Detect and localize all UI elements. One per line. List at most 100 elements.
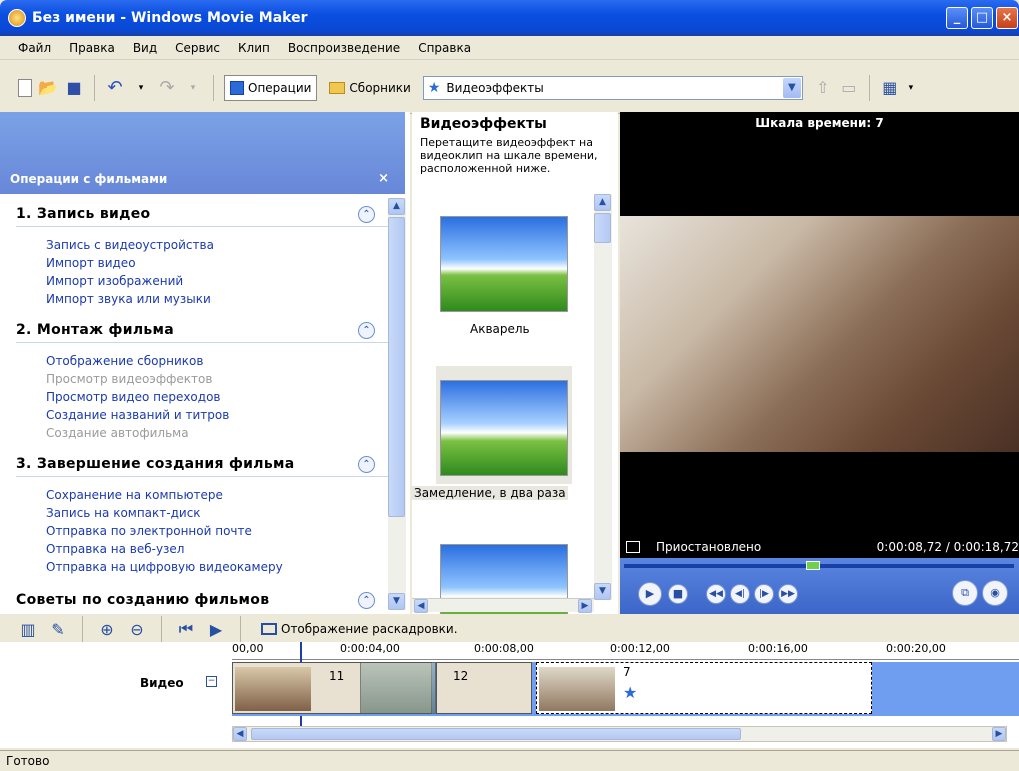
clip-thumbnail: [539, 667, 615, 711]
section-title-finish[interactable]: 3. Завершение создания фильма: [16, 456, 294, 472]
menu-playback[interactable]: Воспроизведение: [288, 41, 400, 55]
scroll-down-icon[interactable]: ▼: [388, 593, 405, 610]
collapse-track-icon[interactable]: −: [206, 676, 217, 687]
zoom-in-icon[interactable]: ⊕: [97, 619, 117, 639]
open-project-icon[interactable]: 📂: [38, 78, 58, 98]
scroll-left-icon[interactable]: ◀: [233, 727, 247, 741]
link-import-video[interactable]: Импорт видео: [46, 256, 136, 270]
maximize-button[interactable]: □: [971, 7, 993, 29]
views-dropdown-icon[interactable]: ▾: [906, 78, 916, 98]
operations-label: Операции: [248, 80, 312, 95]
collapse-icon[interactable]: ⌃: [358, 322, 375, 339]
scrollbar-thumb[interactable]: [251, 728, 741, 740]
link-save-computer[interactable]: Сохранение на компьютере: [46, 488, 223, 502]
snapshot-camera-icon[interactable]: ◉: [982, 580, 1008, 606]
forward-icon[interactable]: |▶: [754, 584, 774, 604]
new-project-icon[interactable]: [18, 78, 32, 97]
link-send-web[interactable]: Отправка на веб-узел: [46, 542, 184, 556]
link-view-transitions[interactable]: Просмотр видео переходов: [46, 390, 221, 404]
close-button[interactable]: ×: [996, 7, 1018, 29]
menu-view[interactable]: Вид: [133, 41, 157, 55]
undo-icon[interactable]: ↶: [105, 77, 125, 98]
next-frame-icon[interactable]: ▶▶: [778, 584, 798, 604]
effect-thumbnail-watercolor[interactable]: [440, 216, 568, 312]
menu-file[interactable]: Файл: [18, 41, 51, 55]
effect-thumbnail-slowdown[interactable]: [440, 380, 568, 476]
link-show-collections[interactable]: Отображение сборников: [46, 354, 203, 368]
menu-edit[interactable]: Правка: [69, 41, 115, 55]
storyboard-label: Отображение раскадровки.: [281, 622, 458, 636]
menu-help[interactable]: Справка: [418, 41, 471, 55]
time-ruler[interactable]: 00,00 0:00:04,00 0:00:08,00 0:00:12,00 0…: [232, 642, 1019, 660]
transition-overlap[interactable]: [360, 662, 436, 714]
menu-clip[interactable]: Клип: [238, 41, 270, 55]
stop-icon[interactable]: ■: [668, 584, 688, 604]
timeline-scrollbar[interactable]: ◀ ▶: [232, 726, 1007, 742]
section-title-capture[interactable]: 1. Запись видео: [16, 206, 150, 222]
redo-icon[interactable]: ↷: [157, 77, 177, 98]
effects-scrollbar[interactable]: ▲ ▼: [594, 194, 612, 600]
seek-handle[interactable]: [806, 561, 820, 570]
scroll-down-icon[interactable]: ▼: [594, 583, 611, 600]
new-collection-icon[interactable]: ▭: [839, 78, 859, 98]
undo-dropdown-icon[interactable]: ▾: [131, 78, 151, 98]
play-icon[interactable]: ▶: [638, 582, 662, 606]
section-title-edit[interactable]: 2. Монтаж фильма: [16, 322, 174, 338]
menu-tools[interactable]: Сервис: [175, 41, 220, 55]
up-level-icon[interactable]: ⇧: [813, 78, 833, 98]
clip-7-selected[interactable]: 7 ★: [536, 662, 872, 714]
task-pane-header: Операции с фильмами ×: [0, 112, 405, 194]
scroll-right-icon[interactable]: ▶: [992, 727, 1006, 741]
operations-button[interactable]: Операции: [224, 74, 318, 101]
toolbar: 📂 ■ ↶ ▾ ↷ ▾ Операции Сборники ★ Видеоэфф…: [0, 62, 1019, 114]
video-preview-frame: [620, 216, 1019, 452]
clip-label: 7: [623, 665, 631, 679]
link-view-effects: Просмотр видеоэффектов: [46, 372, 213, 386]
link-send-dv-camera[interactable]: Отправка на цифровую видеокамеру: [46, 560, 283, 574]
collapse-icon[interactable]: ⌃: [358, 592, 375, 609]
rewind-timeline-icon[interactable]: ⏮: [176, 619, 196, 639]
effects-hscrollbar[interactable]: ◀ ▶: [412, 598, 594, 613]
link-send-email[interactable]: Отправка по электронной почте: [46, 524, 252, 538]
scroll-up-icon[interactable]: ▲: [388, 198, 405, 215]
collapse-icon[interactable]: ⌃: [358, 456, 375, 473]
rewind-icon[interactable]: ◀|: [730, 584, 750, 604]
chevron-down-icon[interactable]: ▼: [782, 77, 801, 98]
scroll-up-icon[interactable]: ▲: [594, 194, 611, 211]
link-capture-device[interactable]: Запись с видеоустройства: [46, 238, 214, 252]
collapse-icon[interactable]: ⌃: [358, 206, 375, 223]
link-make-titles[interactable]: Создание названий и титров: [46, 408, 229, 422]
clip-12[interactable]: 12: [436, 662, 532, 714]
clip-label: 11: [329, 669, 345, 683]
video-track-label: Видео: [140, 676, 184, 690]
show-storyboard-button[interactable]: Отображение раскадровки.: [255, 616, 464, 642]
close-icon[interactable]: ×: [378, 171, 389, 186]
previous-frame-icon[interactable]: ◀◀: [706, 584, 726, 604]
task-pane-scrollbar[interactable]: ▲ ▼: [388, 198, 406, 610]
fullscreen-icon[interactable]: [626, 541, 640, 553]
link-import-pictures[interactable]: Импорт изображений: [46, 274, 183, 288]
scrollbar-thumb[interactable]: [388, 217, 405, 517]
collection-select[interactable]: ★ Видеоэффекты ▼: [422, 75, 803, 100]
views-icon[interactable]: ▦: [880, 78, 900, 98]
save-project-icon[interactable]: ■: [64, 78, 84, 98]
split-clip-icon[interactable]: ⧉: [952, 580, 978, 606]
scroll-left-icon[interactable]: ◀: [414, 599, 428, 613]
scroll-right-icon[interactable]: ▶: [578, 599, 592, 613]
scrollbar-thumb[interactable]: [594, 213, 611, 243]
section-title-tips[interactable]: Советы по созданию фильмов: [16, 592, 269, 608]
play-timeline-icon[interactable]: ▶: [206, 619, 226, 639]
toolbar-separator: [213, 74, 214, 101]
divider: [16, 226, 388, 227]
monitor-status-bar: Приостановлено 0:00:08,72 / 0:00:18,72: [620, 538, 1019, 558]
link-save-cd[interactable]: Запись на компакт-диск: [46, 506, 201, 520]
video-track: 11 12 7 ★: [232, 662, 1019, 716]
ruler-tick: 0:00:04,00: [340, 642, 400, 655]
collections-button[interactable]: Сборники: [323, 75, 416, 101]
redo-dropdown-icon[interactable]: ▾: [183, 78, 203, 98]
narrate-microphone-icon[interactable]: ✎: [48, 619, 68, 639]
minimize-button[interactable]: _: [946, 7, 968, 29]
link-import-audio[interactable]: Импорт звука или музыки: [46, 292, 211, 306]
set-audio-levels-icon[interactable]: ▥: [18, 619, 38, 639]
zoom-out-icon[interactable]: ⊖: [127, 619, 147, 639]
